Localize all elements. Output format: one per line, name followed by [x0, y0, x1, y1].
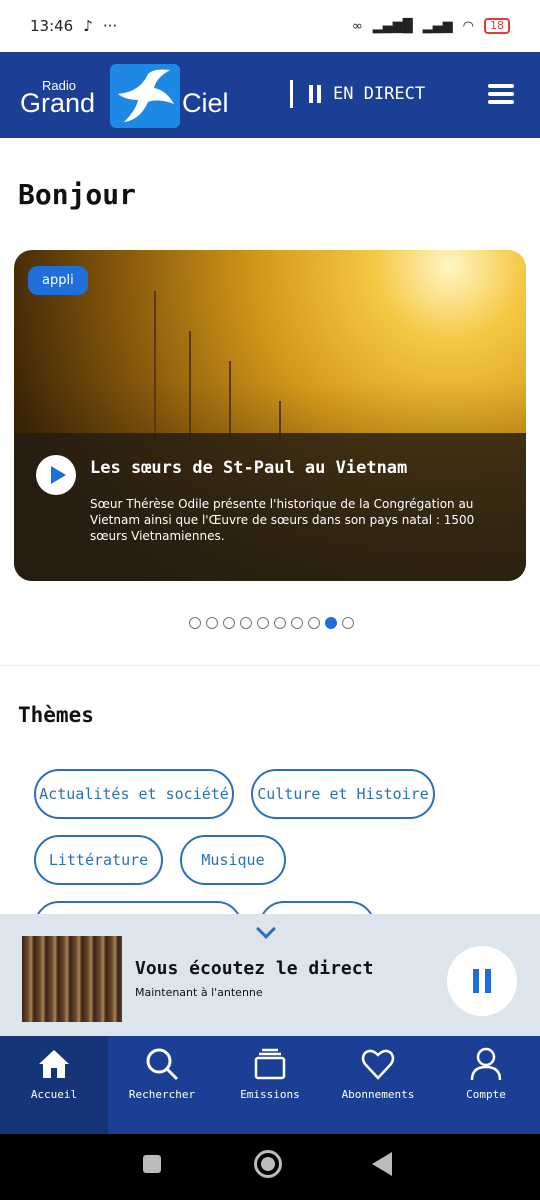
carousel-dot[interactable]: [274, 617, 286, 629]
now-playing-subtitle: Maintenant à l'antenne: [135, 986, 263, 999]
tab-label: Emissions: [240, 1088, 300, 1101]
grass-stalk: [189, 331, 191, 441]
tiktok-icon: ♪: [83, 17, 93, 35]
carousel-dot[interactable]: [189, 617, 201, 629]
heart-icon: [361, 1049, 395, 1080]
separator: [290, 80, 293, 108]
tab-label: Accueil: [30, 1088, 78, 1101]
greeting-title: Bonjour: [18, 178, 137, 211]
carousel-indicator[interactable]: [189, 617, 354, 629]
carousel-dot[interactable]: [308, 617, 320, 629]
bird-logo-icon: [110, 64, 180, 128]
home-button-icon[interactable]: [254, 1150, 282, 1178]
app-header: Radio Grand Ciel EN DIRECT: [0, 52, 540, 138]
carousel-dot[interactable]: [223, 617, 235, 629]
tab-emissions[interactable]: Emissions: [216, 1036, 324, 1134]
radio-grand-ciel-logo[interactable]: Radio Grand Ciel: [0, 52, 240, 138]
status-time: 13:46: [30, 17, 74, 35]
logo-ciel-text: Ciel: [182, 88, 229, 118]
carousel-dot[interactable]: [291, 617, 303, 629]
now-playing-title: Vous écoutez le direct: [135, 958, 374, 979]
theme-chip-litterature[interactable]: Littérature: [34, 835, 163, 885]
tab-compte[interactable]: Compte: [432, 1036, 540, 1134]
link-icon: ∞: [351, 18, 363, 34]
system-nav-bar: [0, 1134, 540, 1200]
carousel-dot[interactable]: [342, 617, 354, 629]
carousel-dot[interactable]: [206, 617, 218, 629]
theme-chip-actualites[interactable]: Actualités et société: [34, 769, 234, 819]
tab-accueil[interactable]: Accueil: [0, 1036, 108, 1134]
divider: [0, 665, 540, 666]
mini-player[interactable]: Vous écoutez le direct Maintenant à l'an…: [0, 914, 540, 1036]
wifi-icon: ◠: [462, 18, 474, 34]
themes-title: Thèmes: [18, 703, 94, 727]
live-button[interactable]: EN DIRECT: [290, 80, 425, 108]
battery-icon: 18: [484, 18, 510, 34]
play-icon[interactable]: [36, 455, 76, 495]
tab-label: Abonnements: [341, 1088, 415, 1101]
status-bar: 13:46 ♪ ··· ∞ ▂▄▆█ ▂▄▆ ◠ 18: [0, 0, 540, 52]
logo-grand-text: Grand: [20, 88, 96, 118]
carousel-dot[interactable]: [257, 617, 269, 629]
grass-stalk: [229, 361, 231, 441]
now-playing-thumbnail: [22, 936, 122, 1022]
hamburger-menu-icon[interactable]: [488, 84, 514, 104]
card-description: Sœur Thérèse Odile présente l'historique…: [90, 497, 475, 543]
signal-icon-2: ▂▄▆: [422, 18, 453, 34]
featured-card[interactable]: appli Les sœurs de St-Paul au Vietnam Sœ…: [14, 250, 526, 581]
category-tag: appli: [28, 266, 88, 295]
back-icon[interactable]: [372, 1152, 392, 1176]
grass-stalk: [154, 291, 156, 441]
tab-rechercher[interactable]: Rechercher: [108, 1036, 216, 1134]
card-title: Les sœurs de St-Paul au Vietnam: [90, 458, 408, 478]
chevron-down-icon[interactable]: [256, 919, 276, 939]
more-notifications-icon: ···: [102, 17, 118, 35]
tab-label: Compte: [466, 1088, 506, 1101]
recents-icon[interactable]: [143, 1155, 161, 1173]
tab-label: Rechercher: [128, 1088, 196, 1101]
carousel-dot[interactable]: [240, 617, 252, 629]
home-icon: [39, 1050, 69, 1078]
signal-icon: ▂▄▆█: [372, 18, 413, 34]
carousel-dot[interactable]: [325, 617, 337, 629]
theme-chip-musique[interactable]: Musique: [180, 835, 286, 885]
bottom-tab-bar: Accueil Rechercher Emissions Abonnements…: [0, 1036, 540, 1134]
pause-button[interactable]: [447, 946, 517, 1016]
search-icon: [146, 1048, 179, 1081]
tab-abonnements[interactable]: Abonnements: [324, 1036, 432, 1134]
theme-chip-culture[interactable]: Culture et Histoire: [251, 769, 435, 819]
live-label: EN DIRECT: [333, 84, 426, 104]
stack-icon: [254, 1048, 286, 1080]
pause-icon: [309, 85, 321, 103]
user-icon: [470, 1047, 502, 1081]
